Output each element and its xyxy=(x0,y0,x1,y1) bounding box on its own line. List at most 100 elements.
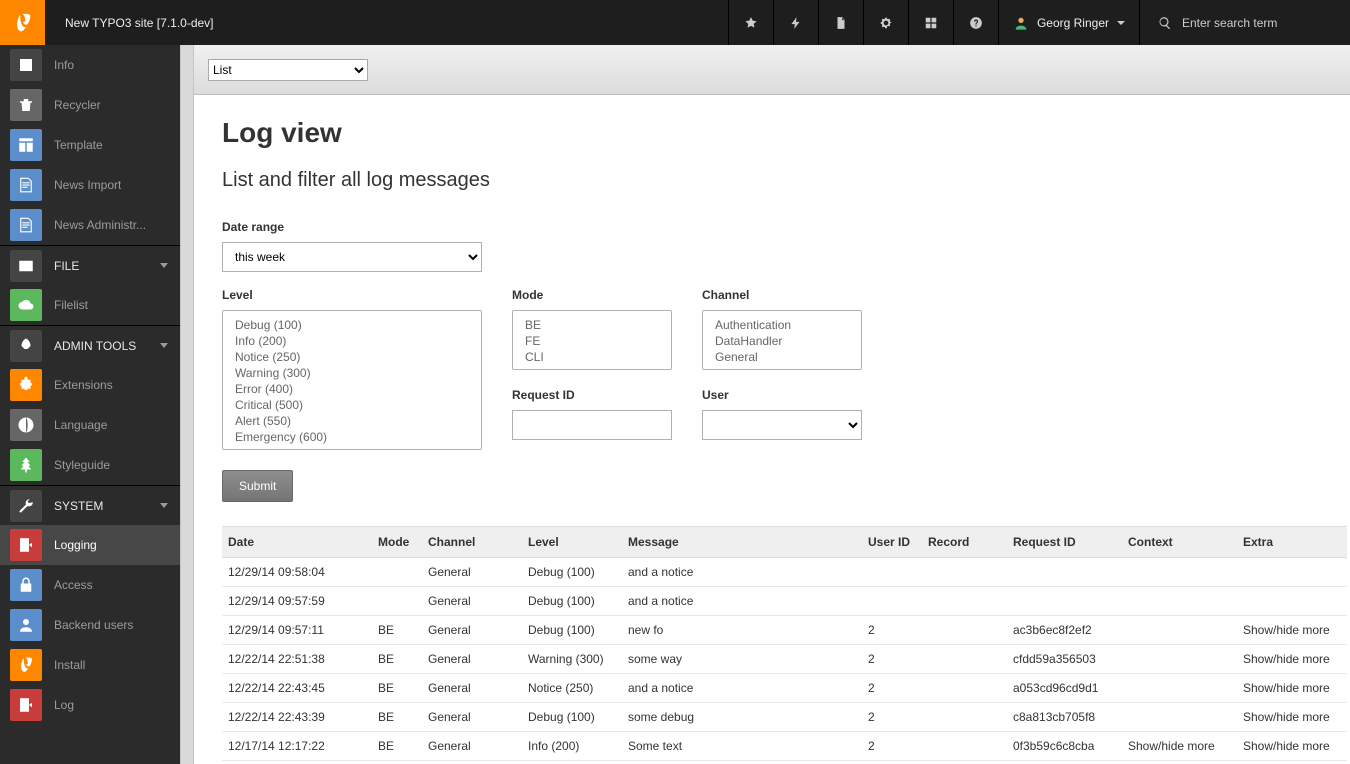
toolbar-cache[interactable] xyxy=(773,0,818,45)
column-header[interactable]: Mode xyxy=(372,527,422,558)
option[interactable]: General xyxy=(711,349,853,365)
channel-select[interactable]: AuthenticationDataHandlerGeneral xyxy=(702,310,862,370)
splitter[interactable] xyxy=(180,45,194,764)
sidebar-item-label: Install xyxy=(54,658,85,672)
sidebar-group-system[interactable]: SYSTEM xyxy=(0,485,180,525)
option[interactable]: Warning (300) xyxy=(231,365,473,381)
label-request-id: Request ID xyxy=(512,388,672,402)
cell-extra xyxy=(1237,558,1347,587)
doc-icon xyxy=(10,209,42,241)
sidebar-item-label: Logging xyxy=(54,538,97,552)
sidebar-item-backend-users[interactable]: Backend users xyxy=(0,605,180,645)
cell-context xyxy=(1122,587,1237,616)
cell-extra[interactable]: Show/hide more xyxy=(1237,616,1347,645)
toolbar-settings[interactable] xyxy=(863,0,908,45)
option[interactable]: Error (400) xyxy=(231,381,473,397)
cell-request_id xyxy=(1007,558,1122,587)
column-header[interactable]: Level xyxy=(522,527,622,558)
cell-record xyxy=(922,645,1007,674)
sidebar-item-extensions[interactable]: Extensions xyxy=(0,365,180,405)
sidebar-group-label: SYSTEM xyxy=(54,499,103,513)
cell-request_id xyxy=(1007,587,1122,616)
toolbar-bookmark[interactable] xyxy=(728,0,773,45)
sidebar-item-filelist[interactable]: Filelist xyxy=(0,285,180,325)
toolbar-apps[interactable] xyxy=(908,0,953,45)
column-header[interactable]: Context xyxy=(1122,527,1237,558)
column-header[interactable]: Channel xyxy=(422,527,522,558)
cell-date: 12/22/14 22:43:39 xyxy=(222,703,372,732)
sidebar-item-install[interactable]: Install xyxy=(0,645,180,685)
option[interactable]: Critical (500) xyxy=(231,397,473,413)
option[interactable]: BE xyxy=(521,317,663,333)
option[interactable]: Notice (250) xyxy=(231,349,473,365)
sidebar-item-log[interactable]: Log xyxy=(0,685,180,725)
sidebar-item-label: Access xyxy=(54,578,93,592)
lock-icon xyxy=(10,569,42,601)
sidebar-item-access[interactable]: Access xyxy=(0,565,180,605)
chevron-down-icon xyxy=(1117,21,1125,25)
cell-channel: General xyxy=(422,703,522,732)
cell-context[interactable]: Show/hide more xyxy=(1122,732,1237,761)
cell-context xyxy=(1122,558,1237,587)
sidebar-item-template[interactable]: Template xyxy=(0,125,180,165)
column-header[interactable]: Date xyxy=(222,527,372,558)
cell-extra[interactable]: Show/hide more xyxy=(1237,645,1347,674)
mode-select[interactable]: BEFECLI xyxy=(512,310,672,370)
option[interactable]: Authentication xyxy=(711,317,853,333)
option[interactable]: CLI xyxy=(521,349,663,365)
sidebar-item-news-import[interactable]: News Import xyxy=(0,165,180,205)
toolbar-user[interactable]: Georg Ringer xyxy=(998,0,1139,45)
column-header[interactable]: Request ID xyxy=(1007,527,1122,558)
cell-message: new fo xyxy=(622,616,862,645)
cell-channel: General xyxy=(422,616,522,645)
label-level: Level xyxy=(222,288,482,302)
sidebar-item-logging[interactable]: Logging xyxy=(0,525,180,565)
cell-mode: BE xyxy=(372,674,422,703)
sidebar-group-file[interactable]: FILE xyxy=(0,245,180,285)
sidebar-item-styleguide[interactable]: Styleguide xyxy=(0,445,180,485)
toolbar-help[interactable] xyxy=(953,0,998,45)
date-range-select[interactable]: this week xyxy=(222,242,482,272)
option[interactable]: Alert (550) xyxy=(231,413,473,429)
typo3-icon xyxy=(10,649,42,681)
cell-message: and a notice xyxy=(622,674,862,703)
user-name: Georg Ringer xyxy=(1037,16,1109,30)
gear-icon xyxy=(879,16,893,30)
option[interactable]: DataHandler xyxy=(711,333,853,349)
module-sidebar[interactable]: Info RecyclerTemplateNews Import News Admi… xyxy=(0,45,180,764)
column-header[interactable]: Extra xyxy=(1237,527,1347,558)
table-row: 12/22/14 22:51:38BEGeneralWarning (300)s… xyxy=(222,645,1347,674)
cell-extra[interactable]: Show/hide more xyxy=(1237,674,1347,703)
typo3-logo[interactable] xyxy=(0,0,45,45)
option[interactable]: Debug (100) xyxy=(231,317,473,333)
view-mode-select[interactable]: List xyxy=(208,59,368,81)
table-row: 12/22/14 22:43:39BEGeneralDebug (100)som… xyxy=(222,703,1347,732)
cell-message: Some text xyxy=(622,732,862,761)
sidebar-item-label: News Administr... xyxy=(54,218,146,232)
sidebar-item-info[interactable]: Info xyxy=(0,45,180,85)
request-id-input[interactable] xyxy=(512,410,672,440)
cell-channel: General xyxy=(422,732,522,761)
submit-button[interactable]: Submit xyxy=(222,470,293,502)
sidebar-group-admin-tools[interactable]: ADMIN TOOLS xyxy=(0,325,180,365)
sidebar-item-recycler[interactable]: Recycler xyxy=(0,85,180,125)
toolbar-doc[interactable] xyxy=(818,0,863,45)
sidebar-item-language[interactable]: Language xyxy=(0,405,180,445)
cell-extra[interactable]: Show/hide more xyxy=(1237,732,1347,761)
column-header[interactable]: Record xyxy=(922,527,1007,558)
search-input[interactable] xyxy=(1182,16,1332,30)
column-header[interactable]: User ID xyxy=(862,527,922,558)
sidebar-item-label: Styleguide xyxy=(54,458,110,472)
sidebar-item-label: Info xyxy=(54,58,74,72)
option[interactable]: Emergency (600) xyxy=(231,429,473,445)
level-select[interactable]: Debug (100)Info (200)Notice (250)Warning… xyxy=(222,310,482,450)
option[interactable]: Info (200) xyxy=(231,333,473,349)
user-select[interactable] xyxy=(702,410,862,440)
cell-extra[interactable]: Show/hide more xyxy=(1237,703,1347,732)
column-header[interactable]: Message xyxy=(622,527,862,558)
toolbar-search[interactable] xyxy=(1139,0,1350,45)
cell-record xyxy=(922,587,1007,616)
sidebar-item-label: Filelist xyxy=(54,298,88,312)
option[interactable]: FE xyxy=(521,333,663,349)
sidebar-item-news-administr-[interactable]: News Administr... xyxy=(0,205,180,245)
